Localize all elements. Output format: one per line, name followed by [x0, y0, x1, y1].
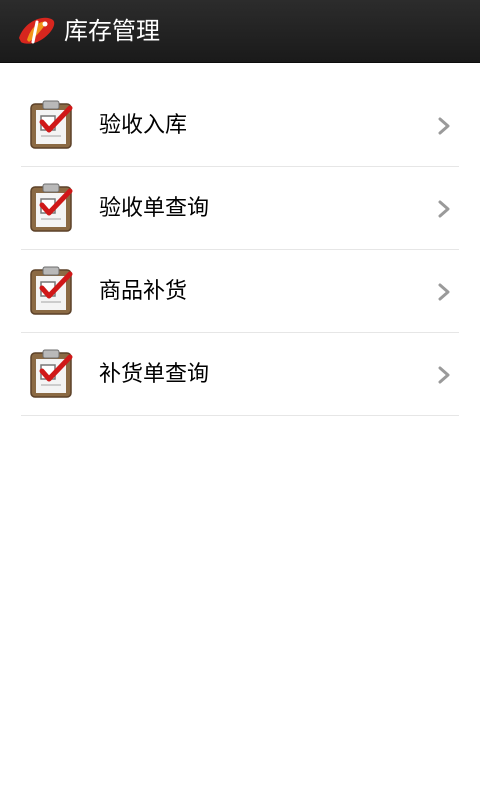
title-bar: 库存管理: [0, 0, 480, 63]
app-title: 库存管理: [64, 17, 160, 45]
chevron-right-icon: [438, 200, 450, 218]
menu-list: 验收入库 验收单查询 商品补货 补货单查询: [21, 84, 459, 416]
menu-item-receiving[interactable]: 验收入库: [21, 84, 459, 167]
menu-item-label: 商品补货: [99, 279, 188, 304]
menu-item-label: 验收入库: [99, 113, 188, 138]
menu-item-receiving-query[interactable]: 验收单查询: [21, 167, 459, 250]
clipboard-check-icon: [30, 266, 73, 315]
app-logo-icon: [19, 17, 55, 44]
menu-item-label: 补货单查询: [99, 362, 210, 387]
menu-item-label: 验收单查询: [99, 196, 210, 221]
chevron-right-icon: [438, 366, 450, 384]
chevron-right-icon: [438, 283, 450, 301]
menu-item-replenishment-query[interactable]: 补货单查询: [21, 333, 459, 416]
chevron-right-icon: [438, 117, 450, 135]
clipboard-check-icon: [30, 100, 73, 149]
menu-item-replenishment[interactable]: 商品补货: [21, 250, 459, 333]
app-screen: 库存管理 验收入库 验收单查询 商品补货 补货单查询: [0, 0, 480, 800]
clipboard-check-icon: [30, 349, 73, 398]
clipboard-check-icon: [30, 183, 73, 232]
